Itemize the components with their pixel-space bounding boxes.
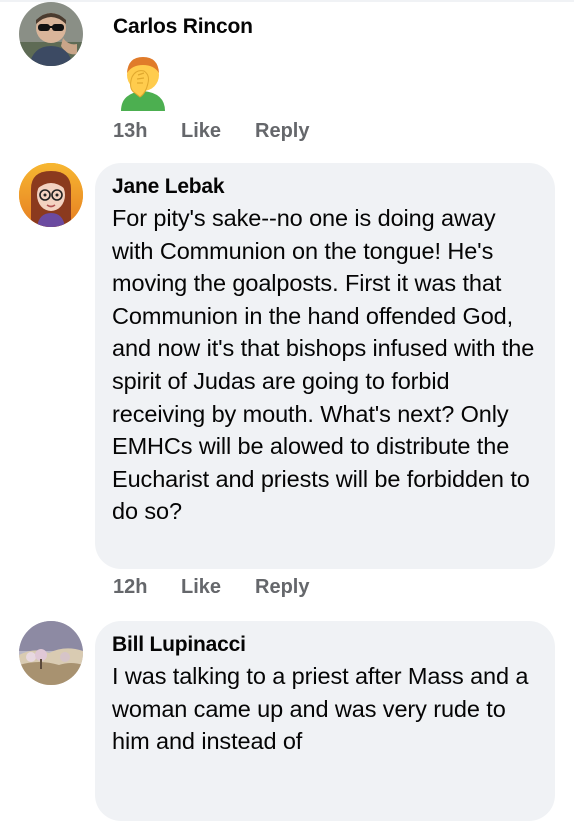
comment-meta: 12h Like Reply — [113, 576, 309, 599]
reply-button[interactable]: Reply — [255, 576, 309, 599]
comment-jane: Jane Lebak For pity's sake--no one is do… — [0, 160, 574, 615]
comment-timestamp[interactable]: 12h — [113, 576, 181, 599]
reply-button[interactable]: Reply — [255, 120, 309, 143]
comment-timestamp[interactable]: 13h — [113, 120, 181, 143]
comment-bill: Bill Lupinacci I was talking to a priest… — [0, 615, 574, 821]
comment-author[interactable]: Jane Lebak — [112, 175, 539, 199]
comment-text: I was talking to a priest after Mass and… — [112, 663, 529, 755]
avatar[interactable] — [19, 2, 83, 66]
avatar[interactable] — [19, 621, 83, 685]
comment-meta: 13h Like Reply — [113, 120, 309, 143]
avatar[interactable] — [19, 163, 83, 227]
comment-carlos: Carlos Rincon 13h Like Reply — [0, 0, 574, 160]
like-button[interactable]: Like — [181, 120, 255, 143]
comment-author[interactable]: Bill Lupinacci — [112, 633, 539, 657]
comment-author[interactable]: Carlos Rincon — [113, 15, 253, 39]
avatar-jane-icon — [19, 163, 83, 227]
avatar-bill-icon — [19, 621, 83, 685]
like-button[interactable]: Like — [181, 576, 255, 599]
facepalm-emoji-icon — [118, 53, 168, 111]
avatar-carlos-icon — [19, 2, 83, 66]
comment-text: For pity's sake--no one is doing away wi… — [112, 205, 535, 525]
comment-bubble: Jane Lebak For pity's sake--no one is do… — [95, 163, 555, 569]
comment-bubble: Bill Lupinacci I was talking to a priest… — [95, 621, 555, 821]
